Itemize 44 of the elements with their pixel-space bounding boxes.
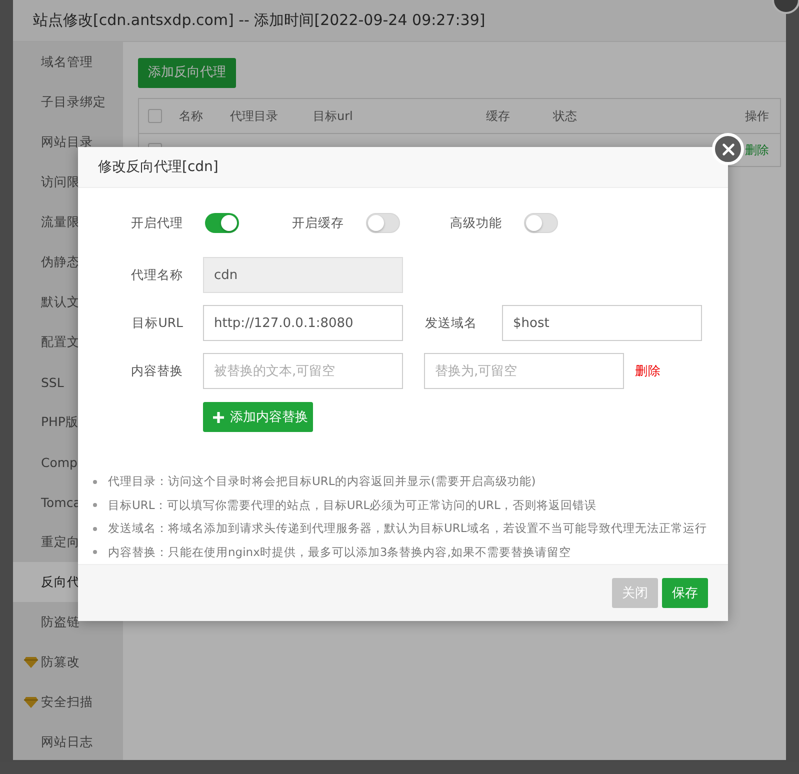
field-label: 代理名称 [130, 266, 183, 284]
bullet-icon [93, 526, 97, 531]
switch-label: 开启缓存 [291, 214, 344, 232]
sidebar-item[interactable]: 子目录绑定 [13, 82, 123, 122]
column-header: 缓存 [486, 108, 510, 122]
bullet-icon [93, 480, 97, 484]
delete-link[interactable]: 删除 [635, 362, 661, 380]
column-header: 状态 [553, 108, 577, 122]
save-button[interactable]: 保存 [662, 578, 708, 608]
sidebar-item[interactable]: 安全扫描 [13, 682, 123, 722]
field-label: 目标URL [131, 314, 183, 332]
delete-link[interactable]: 删除 [745, 142, 769, 156]
diamond-icon [24, 656, 38, 668]
field-label: 发送域名 [424, 314, 477, 332]
diamond-icon [24, 696, 38, 708]
sidebar-item[interactable]: 网站日志 [13, 722, 123, 760]
help-note: 发送域名：将域名添加到请求头传递到代理服务器，默认为目标URL域名，若设置不当可能导致代理无法正常运行 [108, 521, 707, 536]
column-header: 操作 [745, 108, 769, 122]
add-replace-button[interactable]: 添加内容替换 [203, 402, 313, 432]
toggle-switch[interactable] [205, 213, 239, 233]
sidebar-item[interactable]: 域名管理 [13, 42, 123, 82]
sidebar-item[interactable]: 防篡改 [13, 642, 123, 682]
input-field[interactable]: $host [502, 305, 702, 341]
help-note: 目标URL：可以填写你需要代理的站点，目标URL必须为可正常访问的URL，否则将返回错误 [108, 498, 596, 513]
add-proxy-button[interactable]: 添加反向代理 [138, 58, 236, 88]
window-title: 站点修改[cdn.antsxdp.com] -- 添加时间[2022-09-24 09:27:39] [13, 0, 786, 42]
help-note: 内容替换：只能在使用nginx时提供，最多可以添加3条替换内容,如果不需要替换请留空 [108, 544, 571, 560]
column-header: 名称 [179, 108, 203, 122]
bullet-icon [93, 550, 97, 554]
bullet-icon [93, 503, 97, 508]
toggle-switch[interactable] [524, 213, 558, 233]
dialog-title: 修改反向代理[cdn] [78, 147, 728, 188]
input-field[interactable]: http://127.0.0.1:8080 [203, 305, 403, 341]
column-header: 代理目录 [230, 108, 278, 122]
switch-label: 开启代理 [130, 214, 183, 232]
toggle-switch[interactable] [366, 213, 400, 233]
checkbox[interactable] [148, 109, 162, 124]
input-field[interactable]: 被替换的文本,可留空 [203, 353, 403, 389]
field-label: 内容替换 [130, 362, 183, 380]
switch-label: 高级功能 [449, 214, 502, 232]
column-header: 目标url [313, 108, 353, 122]
plus-icon [213, 412, 224, 422]
input-field[interactable]: 替换为,可留空 [424, 353, 624, 389]
help-note: 代理目录：访问这个目录时将会把目标URL的内容返回并显示(需要开启高级功能) [108, 474, 536, 490]
